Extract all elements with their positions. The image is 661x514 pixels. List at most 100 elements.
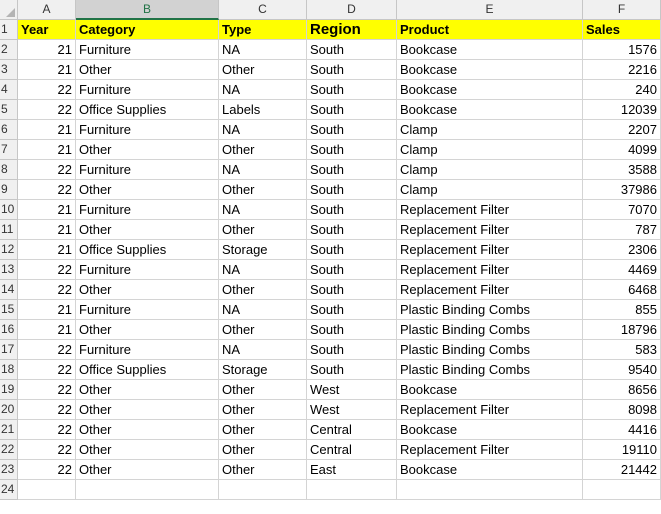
row-header-5[interactable]: 5 (0, 100, 18, 120)
cell-region[interactable]: South (307, 200, 397, 220)
cell-region[interactable]: South (307, 60, 397, 80)
cell-year[interactable]: 21 (18, 220, 76, 240)
row-header-3[interactable]: 3 (0, 60, 18, 80)
column-header-b[interactable]: B (76, 0, 219, 20)
cell-sales[interactable]: 4416 (583, 420, 661, 440)
cell-sales[interactable]: 4099 (583, 140, 661, 160)
cell-type[interactable]: Other (219, 220, 307, 240)
row-header-6[interactable]: 6 (0, 120, 18, 140)
cell-region[interactable]: West (307, 380, 397, 400)
cell-category[interactable]: Furniture (76, 340, 219, 360)
cell-sales[interactable]: 855 (583, 300, 661, 320)
row-header-24[interactable]: 24 (0, 480, 18, 500)
cell-type[interactable]: NA (219, 80, 307, 100)
empty-cell[interactable] (18, 480, 76, 500)
row-header-13[interactable]: 13 (0, 260, 18, 280)
empty-cell[interactable] (397, 480, 583, 500)
cell-sales[interactable]: 2306 (583, 240, 661, 260)
cell-category[interactable]: Other (76, 180, 219, 200)
cell-region[interactable]: South (307, 280, 397, 300)
cell-year[interactable]: 21 (18, 140, 76, 160)
cell-category[interactable]: Other (76, 460, 219, 480)
cell-product[interactable]: Replacement Filter (397, 400, 583, 420)
cell-type[interactable]: NA (219, 160, 307, 180)
cell-type[interactable]: Storage (219, 360, 307, 380)
row-header-17[interactable]: 17 (0, 340, 18, 360)
cell-region[interactable]: West (307, 400, 397, 420)
cell-sales[interactable]: 3588 (583, 160, 661, 180)
cell-sales[interactable]: 1576 (583, 40, 661, 60)
cell-type[interactable]: Other (219, 280, 307, 300)
cell-year[interactable]: 21 (18, 300, 76, 320)
cell-region[interactable]: South (307, 40, 397, 60)
cell-category[interactable]: Furniture (76, 260, 219, 280)
cell-region[interactable]: Central (307, 420, 397, 440)
cell-sales[interactable]: 19110 (583, 440, 661, 460)
cell-category[interactable]: Other (76, 280, 219, 300)
cell-type[interactable]: Storage (219, 240, 307, 260)
row-header-23[interactable]: 23 (0, 460, 18, 480)
cell-product[interactable]: Clamp (397, 120, 583, 140)
cell-sales[interactable]: 12039 (583, 100, 661, 120)
cell-category[interactable]: Furniture (76, 120, 219, 140)
cell-year[interactable]: 22 (18, 440, 76, 460)
cell-product[interactable]: Bookcase (397, 460, 583, 480)
cell-product[interactable]: Clamp (397, 180, 583, 200)
cell-category[interactable]: Other (76, 380, 219, 400)
cell-year[interactable]: 21 (18, 120, 76, 140)
cell-category[interactable]: Furniture (76, 160, 219, 180)
cell-type[interactable]: NA (219, 260, 307, 280)
row-header-16[interactable]: 16 (0, 320, 18, 340)
cell-product[interactable]: Bookcase (397, 420, 583, 440)
empty-cell[interactable] (583, 480, 661, 500)
cell-sales[interactable]: 21442 (583, 460, 661, 480)
cell-category[interactable]: Other (76, 400, 219, 420)
header-cell-region[interactable]: Region (307, 20, 397, 40)
select-all-corner[interactable] (0, 0, 18, 20)
cell-type[interactable]: NA (219, 340, 307, 360)
cell-category[interactable]: Other (76, 60, 219, 80)
cell-region[interactable]: South (307, 120, 397, 140)
cell-type[interactable]: Other (219, 140, 307, 160)
row-header-15[interactable]: 15 (0, 300, 18, 320)
cell-sales[interactable]: 7070 (583, 200, 661, 220)
cell-sales[interactable]: 8656 (583, 380, 661, 400)
cell-product[interactable]: Replacement Filter (397, 440, 583, 460)
cell-region[interactable]: East (307, 460, 397, 480)
cell-category[interactable]: Office Supplies (76, 240, 219, 260)
cell-year[interactable]: 22 (18, 400, 76, 420)
row-header-12[interactable]: 12 (0, 240, 18, 260)
cell-region[interactable]: South (307, 260, 397, 280)
cell-category[interactable]: Furniture (76, 80, 219, 100)
row-header-1[interactable]: 1 (0, 20, 18, 40)
cell-category[interactable]: Other (76, 220, 219, 240)
row-header-2[interactable]: 2 (0, 40, 18, 60)
cell-sales[interactable]: 6468 (583, 280, 661, 300)
cell-product[interactable]: Plastic Binding Combs (397, 360, 583, 380)
cell-sales[interactable]: 4469 (583, 260, 661, 280)
row-header-18[interactable]: 18 (0, 360, 18, 380)
row-header-20[interactable]: 20 (0, 400, 18, 420)
cell-type[interactable]: Other (219, 400, 307, 420)
cell-product[interactable]: Replacement Filter (397, 200, 583, 220)
cell-type[interactable]: Other (219, 420, 307, 440)
cell-type[interactable]: Other (219, 440, 307, 460)
cell-region[interactable]: South (307, 140, 397, 160)
row-header-19[interactable]: 19 (0, 380, 18, 400)
row-header-9[interactable]: 9 (0, 180, 18, 200)
cell-product[interactable]: Replacement Filter (397, 260, 583, 280)
cell-category[interactable]: Other (76, 320, 219, 340)
cell-category[interactable]: Furniture (76, 40, 219, 60)
cell-region[interactable]: South (307, 360, 397, 380)
cell-region[interactable]: South (307, 320, 397, 340)
cell-product[interactable]: Clamp (397, 160, 583, 180)
cell-sales[interactable]: 2207 (583, 120, 661, 140)
cell-year[interactable]: 22 (18, 80, 76, 100)
cell-year[interactable]: 22 (18, 460, 76, 480)
cell-sales[interactable]: 8098 (583, 400, 661, 420)
cell-year[interactable]: 22 (18, 420, 76, 440)
cell-category[interactable]: Other (76, 420, 219, 440)
row-header-11[interactable]: 11 (0, 220, 18, 240)
cell-year[interactable]: 21 (18, 60, 76, 80)
cell-region[interactable]: South (307, 340, 397, 360)
